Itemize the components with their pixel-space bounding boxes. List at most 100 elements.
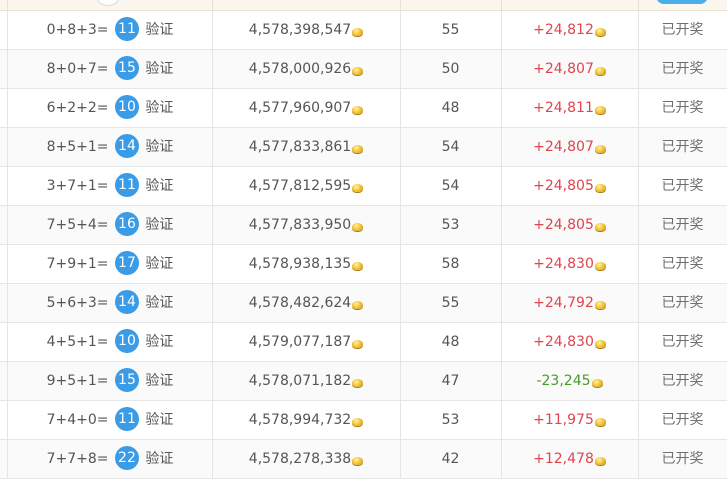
result-ball: 10 [114, 329, 139, 353]
draw-expression: 5+6+3= [46, 295, 109, 311]
verify-link[interactable]: 验证 [145, 100, 173, 116]
profit-amount: +24,792 [533, 295, 594, 311]
verify-link[interactable]: 验证 [145, 334, 173, 350]
gold-coin-icon [594, 67, 606, 75]
gold-coin-icon [352, 457, 364, 465]
table-header-strip [0, 0, 727, 11]
verify-link[interactable]: 验证 [145, 178, 173, 194]
verify-link[interactable]: 验证 [145, 61, 173, 77]
profit-amount: +24,811 [533, 100, 594, 116]
participant-count: 55 [441, 295, 460, 311]
column-divider [400, 0, 401, 10]
gold-coin-icon [352, 145, 364, 153]
participant-count: 55 [441, 22, 460, 38]
total-bet-cell: 4,577,833,861 [212, 128, 400, 166]
total-bet-amount: 4,577,812,595 [248, 178, 352, 194]
draw-status: 已开奖 [661, 451, 704, 467]
participant-count: 53 [441, 217, 460, 233]
total-bet-cell: 4,578,482,624 [212, 284, 400, 322]
column-divider [7, 0, 8, 10]
profit-amount: +24,805 [533, 178, 594, 194]
gold-coin-icon [594, 418, 606, 426]
draw-expression: 8+0+7= [46, 61, 109, 77]
profit-amount: +24,812 [533, 22, 594, 38]
draw-formula-cell: 3+7+1= 11 验证 [8, 167, 212, 205]
draw-status: 已开奖 [661, 334, 704, 350]
verify-link[interactable]: 验证 [145, 256, 173, 272]
draw-expression: 8+5+1= [46, 139, 109, 155]
profit-amount: -23,245 [536, 373, 591, 389]
total-bet-amount: 4,578,994,732 [248, 412, 352, 428]
result-ball: 14 [114, 290, 139, 314]
gold-coin-icon [352, 340, 364, 348]
draw-status: 已开奖 [661, 139, 704, 155]
draw-formula-cell: 7+5+4= 16 验证 [8, 206, 212, 244]
participant-count: 58 [441, 256, 460, 272]
profit-cell: +11,975 [501, 401, 638, 439]
total-bet-amount: 4,578,071,182 [248, 373, 352, 389]
verify-link[interactable]: 验证 [145, 451, 173, 467]
verify-link[interactable]: 验证 [145, 139, 173, 155]
header-help-icon[interactable] [97, 0, 119, 6]
profit-cell: +24,805 [501, 167, 638, 205]
table-row: 8+5+1= 14 验证 4,577,833,861 54 +24,807 已开… [0, 128, 727, 167]
gold-coin-icon [352, 418, 364, 426]
total-bet-amount: 4,578,938,135 [248, 256, 352, 272]
total-bet-cell: 4,577,812,595 [212, 167, 400, 205]
verify-link[interactable]: 验证 [145, 373, 173, 389]
profit-cell: -23,245 [501, 362, 638, 400]
draw-expression: 7+4+0= [46, 412, 109, 428]
draw-status: 已开奖 [661, 295, 704, 311]
table-row: 3+7+1= 11 验证 4,577,812,595 54 +24,805 已开… [0, 167, 727, 206]
profit-cell: +24,792 [501, 284, 638, 322]
profit-amount: +24,807 [533, 61, 594, 77]
verify-link[interactable]: 验证 [145, 412, 173, 428]
draw-expression: 9+5+1= [46, 373, 109, 389]
draw-expression: 0+8+3= [46, 22, 109, 38]
participant-count: 48 [441, 334, 460, 350]
verify-link[interactable]: 验证 [145, 217, 173, 233]
table-row: 0+8+3= 11 验证 4,578,398,547 55 +24,812 已开… [0, 11, 727, 50]
profit-amount: +24,830 [533, 256, 594, 272]
profit-cell: +24,807 [501, 128, 638, 166]
total-bet-cell: 4,578,278,338 [212, 440, 400, 478]
participant-count: 42 [441, 451, 460, 467]
total-bet-cell: 4,578,000,926 [212, 50, 400, 88]
draw-formula-cell: 8+0+7= 15 验证 [8, 50, 212, 88]
draw-status: 已开奖 [661, 412, 704, 428]
column-divider [501, 0, 502, 10]
gold-coin-icon [594, 184, 606, 192]
gold-coin-icon [594, 145, 606, 153]
draw-formula-cell: 5+6+3= 14 验证 [8, 284, 212, 322]
participant-count: 53 [441, 412, 460, 428]
verify-link[interactable]: 验证 [145, 22, 173, 38]
gold-coin-icon [352, 106, 364, 114]
gold-coin-icon [594, 223, 606, 231]
total-bet-amount: 4,577,960,907 [248, 100, 352, 116]
draw-status: 已开奖 [661, 256, 704, 272]
profit-amount: +24,805 [533, 217, 594, 233]
total-bet-cell: 4,578,398,547 [212, 11, 400, 49]
profit-cell: +24,812 [501, 11, 638, 49]
participant-count: 54 [441, 178, 460, 194]
result-ball: 22 [114, 446, 139, 470]
header-action-button[interactable] [656, 0, 708, 4]
gold-coin-icon [594, 457, 606, 465]
gold-coin-icon [352, 184, 364, 192]
participant-count: 50 [441, 61, 460, 77]
gold-coin-icon [594, 301, 606, 309]
draw-expression: 7+5+4= [46, 217, 109, 233]
profit-cell: +12,478 [501, 440, 638, 478]
gold-coin-icon [352, 28, 364, 36]
table-row: 9+5+1= 15 验证 4,578,071,182 47 -23,245 已开… [0, 362, 727, 401]
table-row: 7+5+4= 16 验证 4,577,833,950 53 +24,805 已开… [0, 206, 727, 245]
table-row: 5+6+3= 14 验证 4,578,482,624 55 +24,792 已开… [0, 284, 727, 323]
profit-cell: +24,807 [501, 50, 638, 88]
total-bet-cell: 4,577,960,907 [212, 89, 400, 127]
total-bet-amount: 4,578,278,338 [248, 451, 352, 467]
profit-cell: +24,805 [501, 206, 638, 244]
verify-link[interactable]: 验证 [145, 295, 173, 311]
draw-formula-cell: 7+7+8= 22 验证 [8, 440, 212, 478]
result-ball: 14 [114, 134, 139, 158]
draw-expression: 7+7+8= [46, 451, 109, 467]
